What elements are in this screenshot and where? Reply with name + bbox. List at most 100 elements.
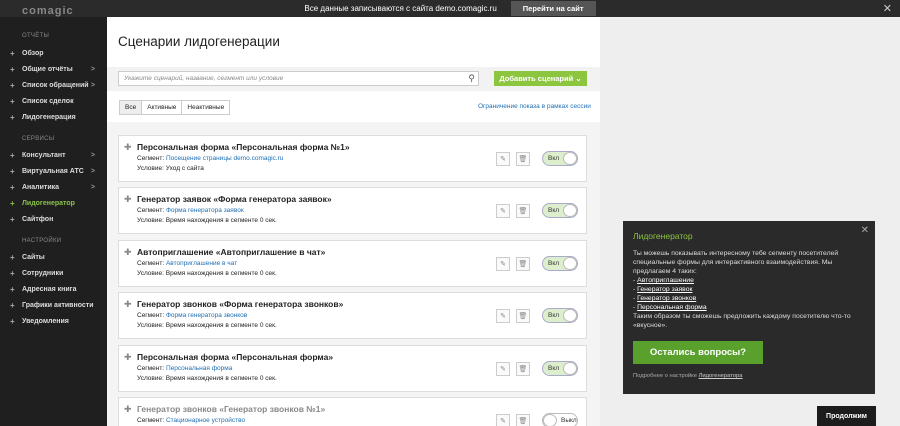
segment-link[interactable]: Стационарное устройство <box>166 417 245 424</box>
segment-link[interactable]: Форма генератора звонков <box>166 312 247 319</box>
trash-icon[interactable]: 🗑 <box>516 414 530 426</box>
edit-icon[interactable]: ✎ <box>496 362 510 376</box>
edit-icon[interactable]: ✎ <box>496 257 510 271</box>
close-icon[interactable]: ✕ <box>861 225 869 236</box>
scenario-toggle[interactable]: Вкл <box>542 151 578 166</box>
close-icon[interactable]: ✕ <box>883 2 892 15</box>
questions-button[interactable]: Остались вопросы? <box>633 341 763 364</box>
chevron-right-icon: > <box>90 65 95 73</box>
sidebar-item-sites[interactable]: + Сайты <box>10 250 105 264</box>
scenario-toggle[interactable]: Вкл <box>542 361 578 376</box>
trash-icon[interactable]: 🗑 <box>516 204 530 218</box>
trash-icon[interactable]: 🗑 <box>516 309 530 323</box>
popup-link-autoinvite[interactable]: Автоприглашение <box>637 277 694 284</box>
sidebar-section-services: СЕРВИСЫ <box>22 136 55 142</box>
search-input[interactable]: Укажите сценарий, название, сегмент или … <box>118 71 479 86</box>
scenario-name: Генератор звонков «Форма генератора звон… <box>137 299 344 309</box>
segment-link[interactable]: Персональная форма <box>166 365 232 372</box>
scenario-toggle[interactable]: Выкл <box>542 413 578 426</box>
chevron-right-icon: > <box>90 151 95 159</box>
sidebar-item-leadgeneration[interactable]: + Лидогенерация <box>10 110 105 124</box>
plus-icon: + <box>10 80 15 90</box>
sidebar-item-requests[interactable]: + Список обращений > <box>10 78 105 92</box>
popup-footer-link[interactable]: Лидогенератора <box>699 373 743 379</box>
scenario-card: ✚ Персональная форма «Персональная форма… <box>118 135 587 182</box>
trash-icon[interactable]: 🗑 <box>516 257 530 271</box>
sidebar-item-notifications[interactable]: + Уведомления <box>10 314 105 328</box>
plus-icon: + <box>10 300 15 310</box>
edit-icon[interactable]: ✎ <box>496 309 510 323</box>
drag-handle-icon[interactable]: ✚ <box>124 194 132 205</box>
drag-handle-icon[interactable]: ✚ <box>124 299 132 310</box>
scenario-condition: Условие: Время нахождения в сегменте 0 с… <box>137 217 277 224</box>
scenario-condition: Условие: Время нахождения в сегменте 0 с… <box>137 270 277 277</box>
plus-icon: + <box>10 112 15 122</box>
chevron-right-icon: > <box>90 167 95 175</box>
session-limit-link[interactable]: Ограничение показа в рамках сессии <box>478 103 591 110</box>
scenario-condition: Условие: Время нахождения в сегменте 0 с… <box>137 322 277 329</box>
leadgenerator-help-popup: Лидогенератор ✕ Ты можешь показывать инт… <box>623 221 875 394</box>
scenario-list: ✚ Персональная форма «Персональная форма… <box>107 122 600 426</box>
sidebar-section-reports: ОТЧЁТЫ <box>22 33 50 39</box>
scenario-name: Генератор звонков «Генератор звонков №1» <box>137 404 326 414</box>
sidebar-item-leadgenerator[interactable]: + Лидогенератор <box>10 196 105 210</box>
popup-title: Лидогенератор <box>633 231 693 241</box>
popup-link-request-generator[interactable]: Генератор заявок <box>637 286 692 293</box>
tab-all[interactable]: Все <box>119 100 143 115</box>
sidebar-item-analytics[interactable]: + Аналитика > <box>10 180 105 194</box>
plus-icon: + <box>10 284 15 294</box>
segment-link[interactable]: Форма генератора заявок <box>166 207 244 214</box>
scenario-card: ✚ Автоприглашение «Автоприглашение в чат… <box>118 240 587 287</box>
popup-link-call-generator[interactable]: Генератор звонков <box>637 295 696 302</box>
search-icon[interactable]: ⚲ <box>468 73 475 84</box>
sidebar-item-consultant[interactable]: + Консультант > <box>10 148 105 162</box>
sidebar-item-sitephone[interactable]: + Сайтфон <box>10 212 105 226</box>
drag-handle-icon[interactable]: ✚ <box>124 247 132 258</box>
sidebar: comagic ОТЧЁТЫ + Обзор + Общие отчёты > + Сп… <box>0 5 107 426</box>
scenario-toggle[interactable]: Вкл <box>542 203 578 218</box>
popup-link-personal-form[interactable]: Персональная форма <box>637 304 706 311</box>
popup-intro: Ты можешь показывать интересному тебе се… <box>633 250 839 275</box>
plus-icon: + <box>10 214 15 224</box>
sidebar-item-general-reports[interactable]: + Общие отчёты > <box>10 62 105 76</box>
plus-icon: + <box>10 48 15 58</box>
edit-icon[interactable]: ✎ <box>496 152 510 166</box>
trash-icon[interactable]: 🗑 <box>516 152 530 166</box>
drag-handle-icon[interactable]: ✚ <box>124 404 132 415</box>
segment-link[interactable]: Посещение страницы demo.comagic.ru <box>166 155 283 162</box>
chevron-right-icon: > <box>90 81 95 89</box>
sidebar-item-deals[interactable]: + Список сделок <box>10 94 105 108</box>
go-to-site-button[interactable]: Перейти на сайт <box>510 1 596 16</box>
popup-outro: Таким образом ты сможешь предложить кажд… <box>633 313 851 329</box>
sidebar-item-employees[interactable]: + Сотрудники <box>10 266 105 280</box>
plus-icon: + <box>10 316 15 326</box>
tab-inactive[interactable]: Неактивные <box>181 100 231 115</box>
tab-active[interactable]: Активные <box>141 100 183 115</box>
drag-handle-icon[interactable]: ✚ <box>124 352 132 363</box>
scenario-card: ✚ Генератор звонков «Генератор звонков №… <box>118 397 587 426</box>
toggle-knob <box>543 414 557 426</box>
trash-icon[interactable]: 🗑 <box>516 362 530 376</box>
page-title: Сценарии лидогенерации <box>118 34 280 49</box>
scenario-toggle[interactable]: Вкл <box>542 256 578 271</box>
continue-button[interactable]: Продолжим <box>817 406 876 426</box>
scenario-name: Генератор заявок «Форма генератора заяво… <box>137 194 332 204</box>
edit-icon[interactable]: ✎ <box>496 414 510 426</box>
sidebar-item-overview[interactable]: + Обзор <box>10 46 105 60</box>
scenario-segment: Сегмент: Форма генератора звонков <box>137 312 248 319</box>
toggle-knob <box>563 257 577 270</box>
segment-link[interactable]: Автоприглашение в чат <box>166 260 237 267</box>
site-notice-text: Все данные записываются с сайта demo.com… <box>304 4 497 13</box>
sidebar-section-settings: НАСТРОЙКИ <box>22 238 62 244</box>
sidebar-item-virtual-pbx[interactable]: + Виртуальная АТС > <box>10 164 105 178</box>
edit-icon[interactable]: ✎ <box>496 204 510 218</box>
scenario-segment: Сегмент: Форма генератора заявок <box>137 207 244 214</box>
toggle-knob <box>563 362 577 375</box>
sidebar-item-address-book[interactable]: + Адресная книга <box>10 282 105 296</box>
add-scenario-button[interactable]: Добавить сценарий ⌄ <box>494 71 587 86</box>
scenario-toggle[interactable]: Вкл <box>542 308 578 323</box>
drag-handle-icon[interactable]: ✚ <box>124 142 132 153</box>
sidebar-item-activity-schedules[interactable]: + Графики активности <box>10 298 105 312</box>
toggle-knob <box>563 152 577 165</box>
scenario-card: ✚ Генератор звонков «Форма генератора зв… <box>118 292 587 339</box>
